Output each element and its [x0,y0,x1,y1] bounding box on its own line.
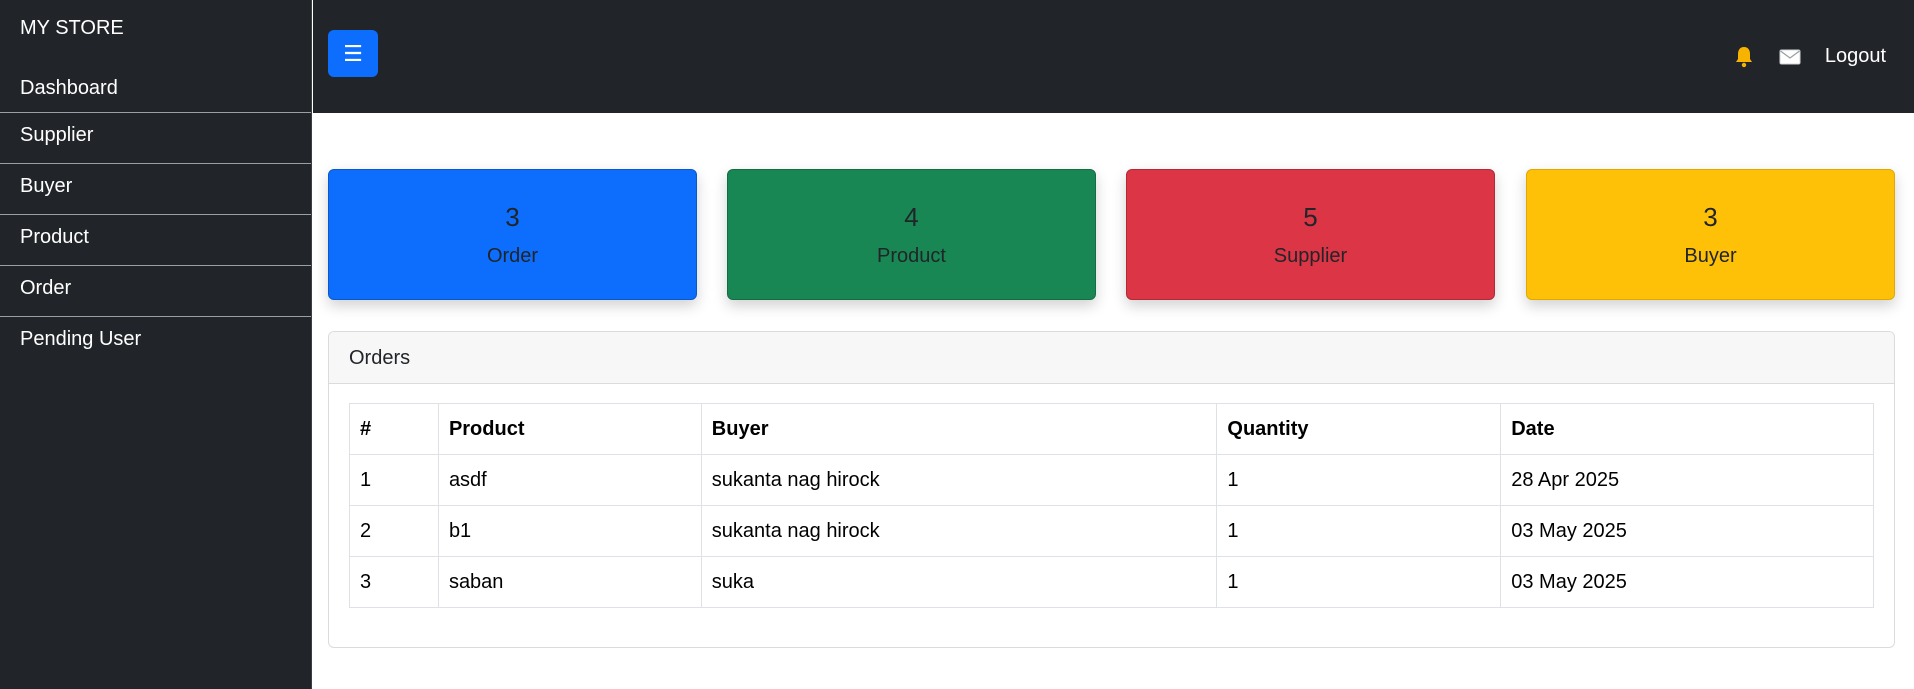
cell-quantity: 1 [1216,454,1502,506]
stat-label: Buyer [1684,244,1737,267]
cell-quantity: 1 [1216,556,1502,608]
sidebar-toggle-button[interactable]: ☰ [328,30,378,77]
brand-title: MY STORE [20,17,124,39]
stat-card-product[interactable]: 4 Product [727,169,1096,300]
sidebar-item-order[interactable]: Order [0,266,311,317]
cell-date: 03 May 2025 [1500,505,1874,557]
app-root: MY STORE Dashboard Supplier Buyer Produc… [0,0,1914,689]
sidebar-item-dashboard[interactable]: Dashboard [0,57,311,113]
stat-value: 4 [904,201,919,232]
cell-number: 1 [349,454,439,506]
stat-value: 3 [505,201,520,232]
cell-quantity: 1 [1216,505,1502,557]
menu-icon: ☰ [343,40,363,66]
orders-panel-title: Orders [329,332,1894,384]
sidebar-item-buyer[interactable]: Buyer [0,164,311,215]
cell-date: 28 Apr 2025 [1500,454,1874,506]
table-row: 3 saban suka 1 03 May 2025 [349,556,1874,608]
stat-value: 3 [1703,201,1718,232]
topbar-actions: Logout [1733,0,1914,113]
cell-date: 03 May 2025 [1500,556,1874,608]
cell-product: saban [437,556,702,608]
cell-product: asdf [437,454,702,506]
stat-card-order[interactable]: 3 Order [328,169,697,300]
stat-value: 5 [1303,201,1318,232]
sidebar-item-supplier[interactable]: Supplier [0,113,311,164]
cell-buyer: suka [700,556,1218,608]
bell-icon[interactable] [1733,46,1755,68]
stat-label: Order [486,244,539,267]
orders-panel: Orders # Product Buyer Quantity Date 1 a… [328,331,1895,648]
stat-card-supplier[interactable]: 5 Supplier [1126,169,1495,300]
table-row: 2 b1 sukanta nag hirock 1 03 May 2025 [349,505,1874,557]
column-header-buyer: Buyer [700,403,1218,455]
stat-label: Product [877,244,946,267]
logout-link[interactable]: Logout [1825,45,1886,68]
cell-buyer: sukanta nag hirock [700,454,1218,506]
table-row: 1 asdf sukanta nag hirock 1 28 Apr 2025 [349,454,1874,506]
sidebar: MY STORE Dashboard Supplier Buyer Produc… [0,0,312,689]
orders-table: # Product Buyer Quantity Date 1 asdf suk… [349,403,1874,608]
cell-number: 2 [349,505,439,557]
sidebar-item-product[interactable]: Product [0,215,311,266]
table-header-row: # Product Buyer Quantity Date [349,403,1874,455]
topbar: ☰ Logout [313,0,1914,113]
stat-label: Supplier [1273,244,1348,267]
envelope-icon[interactable] [1779,46,1801,68]
column-header-number: # [349,403,439,455]
sidebar-item-pending-user[interactable]: Pending User [0,317,311,368]
column-header-product: Product [437,403,702,455]
column-header-date: Date [1500,403,1874,455]
cell-buyer: sukanta nag hirock [700,505,1218,557]
cell-product: b1 [437,505,702,557]
cell-number: 3 [349,556,439,608]
column-header-quantity: Quantity [1216,403,1502,455]
stat-card-buyer[interactable]: 3 Buyer [1526,169,1895,300]
